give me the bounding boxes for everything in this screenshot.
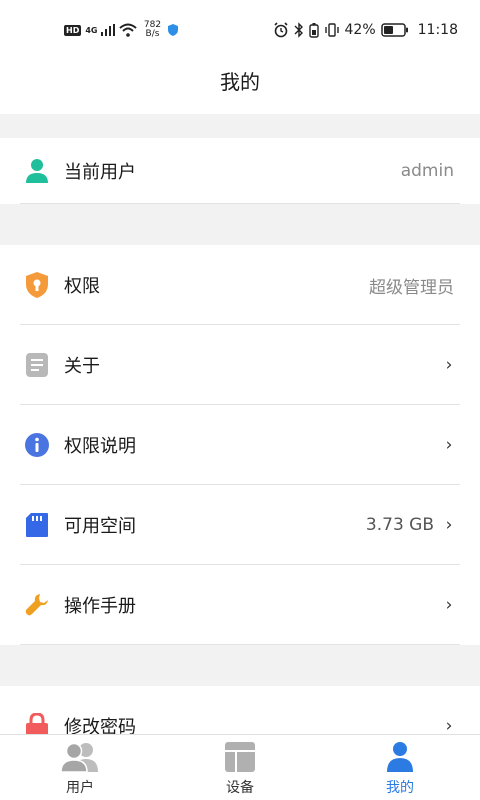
battery-saver-icon <box>308 23 319 38</box>
menu-item-about[interactable]: 关于 › <box>0 325 480 405</box>
bottom-tab-bar: 用户 设备 我的 <box>0 734 480 800</box>
speed-unit: B/s <box>145 29 160 39</box>
clock: 11:18 <box>417 22 458 38</box>
vibrate-icon <box>324 23 339 37</box>
divider <box>20 203 460 204</box>
document-icon <box>24 352 50 378</box>
status-right: 42% 11:18 <box>273 18 458 42</box>
profile-icon <box>387 742 413 772</box>
menu-item-storage[interactable]: 可用空间 3.73 GB › <box>0 485 480 565</box>
chevron-right-icon: › <box>445 595 453 615</box>
wrench-icon <box>24 592 50 618</box>
chevron-right-icon: › <box>445 515 453 535</box>
wifi-icon <box>119 23 138 37</box>
bluetooth-icon <box>294 22 303 38</box>
hd-badge: HD <box>64 24 82 36</box>
tab-devices-label: 设备 <box>226 780 254 796</box>
chevron-right-icon: › <box>445 716 453 736</box>
alarm-icon <box>273 22 288 38</box>
status-left: HD 4G 782 B/s <box>64 18 179 42</box>
menu-item-permission-desc[interactable]: 权限说明 › <box>0 405 480 485</box>
shield-icon <box>24 272 50 298</box>
permission-desc-label: 权限说明 <box>64 436 136 457</box>
current-user-value: admin <box>400 161 454 181</box>
chevron-right-icon: › <box>445 435 453 455</box>
sd-card-icon <box>24 512 50 538</box>
menu-item-permission[interactable]: 权限 超级管理员 <box>0 245 480 325</box>
tab-devices[interactable]: 设备 <box>160 735 320 800</box>
divider <box>20 644 460 645</box>
status-bar: HD 4G 782 B/s 42% 11:18 <box>0 0 480 60</box>
users-icon <box>61 742 98 773</box>
page-title: 我的 <box>220 70 260 94</box>
menu-item-manual[interactable]: 操作手册 › <box>0 565 480 645</box>
current-user-label: 当前用户 <box>64 162 136 183</box>
battery-icon <box>380 23 408 37</box>
signal-icon <box>101 24 116 36</box>
shield-status-icon <box>168 24 179 36</box>
battery-percent: 42% <box>344 22 376 38</box>
tab-users[interactable]: 用户 <box>0 735 160 800</box>
manual-label: 操作手册 <box>64 596 136 617</box>
network-speed: 782 B/s <box>141 21 163 39</box>
permission-label: 权限 <box>64 276 100 297</box>
chevron-right-icon: › <box>445 355 453 375</box>
user-icon <box>24 158 50 184</box>
tab-users-label: 用户 <box>66 780 94 796</box>
info-icon <box>24 432 50 458</box>
tab-mine-label: 我的 <box>386 780 414 796</box>
permission-value: 超级管理员 <box>369 277 454 298</box>
tab-mine[interactable]: 我的 <box>320 735 480 800</box>
layout-icon <box>225 742 255 772</box>
user-card: 当前用户 admin <box>0 138 480 204</box>
page-header: 我的 <box>0 60 480 114</box>
storage-label: 可用空间 <box>64 516 136 537</box>
storage-value: 3.73 GB <box>365 515 434 535</box>
network-type: 4G <box>85 25 98 35</box>
current-user-row: 当前用户 admin <box>0 138 480 204</box>
menu-card: 权限 超级管理员 关于 › 权限说明 › 可用空间 3.73 GB › 操作手册… <box>0 245 480 645</box>
about-label: 关于 <box>64 356 100 377</box>
